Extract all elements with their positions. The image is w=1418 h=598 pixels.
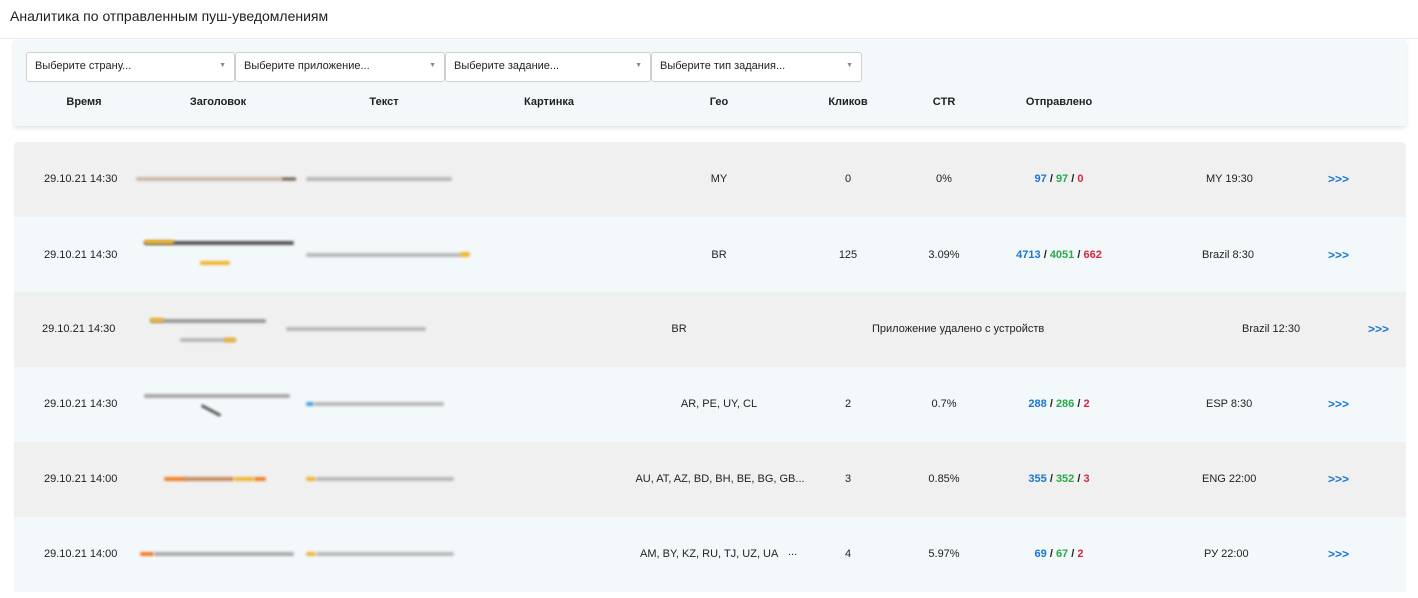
ctr-cell: 0.7% [931, 398, 957, 410]
time-cell: 29.10.21 14:30 [44, 173, 118, 185]
chevron-down-icon: ▼ [219, 62, 226, 69]
column-header-ctr: CTR [932, 96, 956, 108]
sent-ok: 67 [1055, 548, 1069, 560]
country-select-label: Выберите страну... [35, 60, 132, 72]
ctr-cell: 0.85% [928, 473, 960, 485]
separator: / [1049, 398, 1053, 410]
filter-panel: Выберите страну... ▼ Выберите приложение… [14, 40, 1406, 126]
column-header-text: Текст [369, 96, 399, 108]
schedule-cell: Brazil 12:30 [1242, 323, 1301, 335]
details-link[interactable]: >>> [1328, 472, 1349, 486]
details-link[interactable]: >>> [1328, 547, 1349, 561]
sent-fail: 3 [1083, 473, 1090, 485]
sent-cell: 4713 / 4051 / 662 [994, 249, 1124, 261]
column-header-clicks: Кликов [828, 96, 868, 108]
time-cell: 29.10.21 14:30 [44, 249, 118, 261]
table-row: 29.10.21 14:00 AU, AT, AZ, BD, BH, BE, B… [14, 442, 1406, 517]
schedule-cell: ESP 8:30 [1206, 398, 1253, 410]
sent-total: 355 [1028, 473, 1047, 485]
sent-cell: 69 / 67 / 2 [994, 548, 1124, 560]
schedule-cell: Brazil 8:30 [1202, 249, 1254, 261]
sent-total: 288 [1028, 398, 1047, 410]
details-link[interactable]: >>> [1328, 248, 1349, 262]
time-cell: 29.10.21 14:30 [42, 323, 116, 335]
sent-total: 4713 [1016, 249, 1041, 261]
separator: / [1071, 548, 1075, 560]
clicks-cell: 4 [844, 548, 852, 560]
chevron-down-icon: ▼ [635, 62, 642, 69]
column-header-image: Картинка [524, 96, 574, 108]
chevron-down-icon: ▼ [846, 62, 853, 69]
separator: / [1049, 173, 1053, 185]
sent-ok: 4051 [1049, 249, 1075, 261]
sent-cell: 288 / 286 / 2 [994, 398, 1124, 410]
schedule-cell: MY 19:30 [1206, 173, 1253, 185]
clicks-cell: 0 [844, 173, 852, 185]
separator: / [1043, 249, 1047, 261]
sent-ok: 286 [1055, 398, 1075, 410]
separator: / [1049, 473, 1053, 485]
clicks-cell: 3 [844, 473, 852, 485]
sent-fail: 0 [1077, 173, 1084, 185]
geo-cell: MY [710, 173, 728, 185]
details-link[interactable]: >>> [1328, 172, 1349, 186]
task-select[interactable]: Выберите задание... ▼ [445, 52, 651, 82]
task-select-label: Выберите задание... [454, 60, 560, 72]
sent-cell: 97 / 97 / 0 [994, 173, 1124, 185]
separator: / [1077, 249, 1081, 261]
table-row: 29.10.21 14:30 MY 0 0% 97 / 97 / 0 MY 19… [14, 142, 1406, 217]
ctr-cell: 5.97% [928, 548, 960, 560]
clicks-cell: 2 [844, 398, 852, 410]
geo-cell: BR [671, 323, 687, 335]
clicks-cell: 125 [838, 249, 858, 261]
country-select[interactable]: Выберите страну... ▼ [26, 52, 235, 82]
separator: / [1071, 173, 1075, 185]
status-text: Приложение удалено с устройств [872, 323, 1045, 335]
task-type-select[interactable]: Выберите тип задания... ▼ [651, 52, 862, 82]
sent-total: 69 [1034, 548, 1047, 560]
geo-cell: AM, BY, KZ, RU, TJ, UZ, UA [640, 548, 779, 560]
time-cell: 29.10.21 14:30 [44, 398, 118, 410]
details-link[interactable]: >>> [1368, 322, 1389, 336]
app-select-label: Выберите приложение... [244, 60, 370, 72]
sent-total: 97 [1034, 173, 1047, 185]
details-link[interactable]: >>> [1328, 397, 1349, 411]
column-header-title: Заголовок [189, 96, 247, 108]
sent-ok: 352 [1055, 473, 1075, 485]
time-cell: 29.10.21 14:00 [44, 473, 118, 485]
app-select[interactable]: Выберите приложение... ▼ [235, 52, 445, 82]
separator: / [1077, 473, 1081, 485]
chevron-down-icon: ▼ [429, 62, 436, 69]
sent-cell: 355 / 352 / 3 [994, 473, 1124, 485]
title-divider [0, 38, 1418, 39]
geo-more-indicator: ... [788, 546, 798, 558]
sent-ok: 97 [1055, 173, 1069, 185]
sent-fail: 2 [1083, 398, 1090, 410]
separator: / [1049, 548, 1053, 560]
column-header-geo: Гео [709, 96, 729, 108]
column-header-time: Время [66, 96, 102, 108]
time-cell: 29.10.21 14:00 [44, 548, 118, 560]
schedule-cell: РУ 22:00 [1204, 548, 1249, 560]
page-title: Аналитика по отправленным пуш-уведомлени… [10, 8, 329, 24]
task-type-select-label: Выберите тип задания... [660, 60, 786, 72]
table-row: 29.10.21 14:30 BR Приложение удалено с у… [14, 292, 1406, 367]
sent-fail: 2 [1077, 548, 1084, 560]
separator: / [1077, 398, 1081, 410]
column-header-sent: Отправлено [1025, 96, 1093, 108]
table-row: 29.10.21 14:30 BR 125 3.09% 4713 / 4051 … [14, 217, 1406, 292]
geo-cell: AU, AT, AZ, BD, BH, BE, BG, GB... [635, 473, 805, 485]
ctr-cell: 3.09% [928, 249, 960, 261]
geo-cell: AR, PE, UY, CL [680, 398, 758, 410]
sent-fail: 662 [1083, 249, 1102, 261]
schedule-cell: ENG 22:00 [1202, 473, 1257, 485]
table-row: 29.10.21 14:00 AM, BY, KZ, RU, TJ, UZ, U… [14, 517, 1406, 592]
table-row: 29.10.21 14:30 AR, PE, UY, CL 2 0.7% 288… [14, 367, 1406, 442]
geo-cell: BR [711, 249, 727, 261]
ctr-cell: 0% [936, 173, 952, 185]
